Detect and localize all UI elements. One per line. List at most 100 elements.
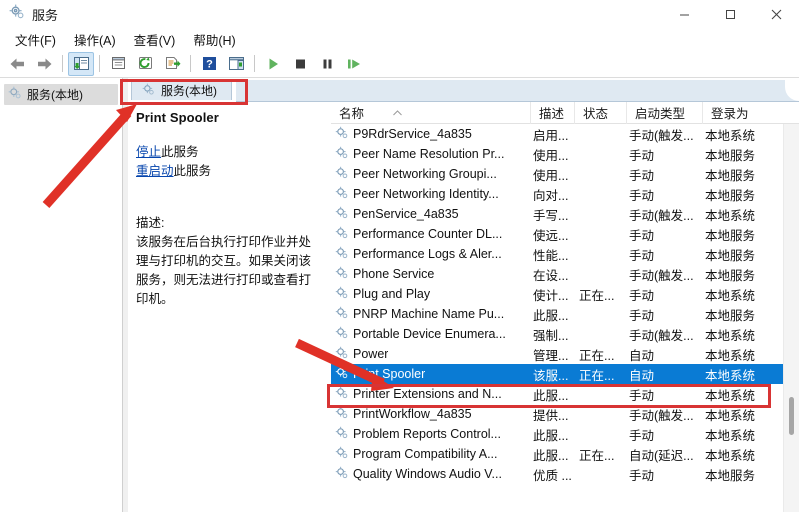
cell-service-name-label: Program Compatibility A...: [353, 447, 498, 461]
tree-node-services-local[interactable]: 服务(本地): [4, 84, 118, 105]
list-vertical-scrollbar[interactable]: [783, 124, 799, 512]
table-row[interactable]: Printer Extensions and N... 此服... 手动 本地系统: [331, 384, 784, 404]
table-row[interactable]: Phone Service 在设... 手动(触发... 本地服务: [331, 264, 784, 284]
table-row[interactable]: Performance Logs & Aler... 性能... 手动 本地服务: [331, 244, 784, 264]
table-row[interactable]: Portable Device Enumera... 强制... 手动(触发... 本…: [331, 324, 784, 344]
restart-service-link-suffix: 此服务: [173, 164, 212, 178]
table-row[interactable]: Peer Networking Identity... 向对... 手动 本地服务: [331, 184, 784, 204]
help-icon[interactable]: ?: [196, 52, 222, 76]
table-row-selected[interactable]: Print Spooler 该服... 正在... 自动 本地系统: [331, 364, 784, 384]
restart-service-icon[interactable]: [341, 52, 367, 76]
cell-service-name-label: Peer Name Resolution Pr...: [353, 147, 505, 161]
cell-service-name: Phone Service: [331, 266, 531, 283]
table-row[interactable]: PrintWorkflow_4a835 提供... 手动(触发... 本地系统: [331, 404, 784, 424]
column-header-description-label: 描述: [539, 107, 565, 121]
service-gear-icon: [335, 446, 349, 463]
stop-service-link-row: 停止此服务: [136, 143, 321, 162]
cell-startup-type: 手动: [629, 468, 655, 483]
scrollbar-thumb[interactable]: [789, 397, 794, 435]
cell-service-name: Program Compatibility A...: [331, 446, 531, 463]
cell-startup-type: 手动: [629, 148, 655, 163]
menu-file[interactable]: 文件(F): [6, 28, 65, 51]
column-header-log-on-as[interactable]: 登录为: [703, 102, 773, 124]
main-content: 服务(本地) 服务(本地) Print Spooler 停止此服务 重启动此服务…: [0, 78, 799, 512]
column-header-name-label: 名称: [339, 107, 365, 121]
maximize-button[interactable]: [707, 0, 753, 28]
service-detail-panel: Print Spooler 停止此服务 重启动此服务 描述: 该服务在后台执行打…: [128, 102, 331, 512]
cell-startup-type: 手动: [629, 168, 655, 183]
stop-service-link-suffix: 此服务: [161, 145, 199, 159]
table-row[interactable]: Peer Networking Groupi... 使用... 手动 本地服务: [331, 164, 784, 184]
table-row[interactable]: PenService_4a835 手写... 手动(触发... 本地系统: [331, 204, 784, 224]
table-row[interactable]: Plug and Play 使计... 正在... 手动 本地系统: [331, 284, 784, 304]
cell-log-on-as: 本地系统: [705, 328, 756, 343]
cell-description: 使用...: [533, 168, 569, 183]
cell-startup-type: 手动: [629, 308, 655, 323]
export-list-icon[interactable]: [159, 52, 185, 76]
cell-description: 该服...: [533, 368, 569, 383]
services-window: 服务 文件(F) 操作(A) 查看(V) 帮助(H) ? 服务(本地) 服务(本…: [0, 0, 799, 512]
stop-service-link[interactable]: 停止: [136, 145, 161, 159]
table-row[interactable]: PNRP Machine Name Pu... 此服... 手动 本地服务: [331, 304, 784, 324]
cell-service-name-label: PenService_4a835: [353, 207, 459, 221]
table-row[interactable]: Problem Reports Control... 此服... 手动 本地系统: [331, 424, 784, 444]
pause-service-icon[interactable]: [314, 52, 340, 76]
services-gear-icon: [142, 83, 155, 99]
menu-help[interactable]: 帮助(H): [184, 28, 244, 51]
table-row[interactable]: Power 管理... 正在... 自动 本地系统: [331, 344, 784, 364]
cell-log-on-as: 本地系统: [705, 128, 756, 143]
cell-log-on-as: 本地服务: [705, 468, 756, 483]
cell-startup-type: 自动(延迟...: [629, 448, 694, 463]
cell-service-name-label: PrintWorkflow_4a835: [353, 407, 472, 421]
table-row[interactable]: Peer Name Resolution Pr... 使用... 手动 本地服务: [331, 144, 784, 164]
show-hide-console-tree-icon[interactable]: [68, 51, 94, 76]
close-button[interactable]: [753, 0, 799, 28]
back-icon[interactable]: [4, 52, 30, 76]
service-gear-icon: [335, 246, 349, 263]
cell-log-on-as: 本地系统: [705, 428, 756, 443]
menu-view[interactable]: 查看(V): [125, 28, 185, 51]
cell-service-name-label: P9RdrService_4a835: [353, 127, 472, 141]
cell-service-name: Performance Logs & Aler...: [331, 246, 531, 263]
column-header-status[interactable]: 状态: [575, 101, 627, 124]
table-row[interactable]: P9RdrService_4a835 启用... 手动(触发... 本地系统: [331, 124, 784, 144]
toolbar-separator: [99, 55, 100, 72]
toolbar-separator: [254, 55, 255, 72]
table-row[interactable]: Program Compatibility A... 此服... 正在... 自动(延…: [331, 444, 784, 464]
table-row[interactable]: Performance Counter DL... 使远... 手动 本地服务: [331, 224, 784, 244]
detail-action-links: 停止此服务 重启动此服务: [136, 143, 321, 181]
cell-service-name: Peer Name Resolution Pr...: [331, 146, 531, 163]
service-gear-icon: [335, 206, 349, 223]
window-title: 服务: [32, 8, 59, 23]
show-action-pane-icon[interactable]: [223, 52, 249, 76]
service-gear-icon: [335, 286, 349, 303]
forward-icon[interactable]: [31, 52, 57, 76]
cell-status: 正在...: [579, 348, 615, 363]
restart-service-link[interactable]: 重启动: [136, 164, 174, 178]
menu-action[interactable]: 操作(A): [65, 28, 125, 51]
cell-startup-type: 手动: [629, 288, 655, 303]
column-header-description[interactable]: 描述: [531, 101, 575, 124]
cell-log-on-as: 本地系统: [705, 408, 756, 423]
tab-services-local[interactable]: 服务(本地): [131, 80, 232, 100]
cell-service-name-label: Peer Networking Groupi...: [353, 167, 497, 181]
column-header-name[interactable]: 名称: [331, 101, 531, 124]
minimize-button[interactable]: [661, 0, 707, 28]
cell-startup-type: 手动: [629, 188, 655, 203]
cell-log-on-as: 本地系统: [705, 368, 756, 383]
start-service-icon[interactable]: [260, 52, 286, 76]
cell-log-on-as: 本地系统: [705, 348, 756, 363]
column-header-startup-type[interactable]: 启动类型: [627, 101, 703, 124]
cell-service-name: Peer Networking Groupi...: [331, 166, 531, 183]
cell-service-name-label: Performance Counter DL...: [353, 227, 503, 241]
service-gear-icon: [335, 326, 349, 343]
refresh-icon[interactable]: [132, 52, 158, 76]
table-row[interactable]: Quality Windows Audio V... 优质 ... 手动 本地服务: [331, 464, 784, 484]
menu-bar: 文件(F) 操作(A) 查看(V) 帮助(H): [0, 28, 799, 50]
cell-startup-type: 手动(触发...: [629, 408, 694, 423]
stop-service-icon[interactable]: [287, 52, 313, 76]
toolbar-separator: [62, 55, 63, 72]
properties-icon[interactable]: [105, 52, 131, 76]
cell-startup-type: 手动: [629, 228, 655, 243]
title-bar-left: 服务: [9, 4, 58, 25]
